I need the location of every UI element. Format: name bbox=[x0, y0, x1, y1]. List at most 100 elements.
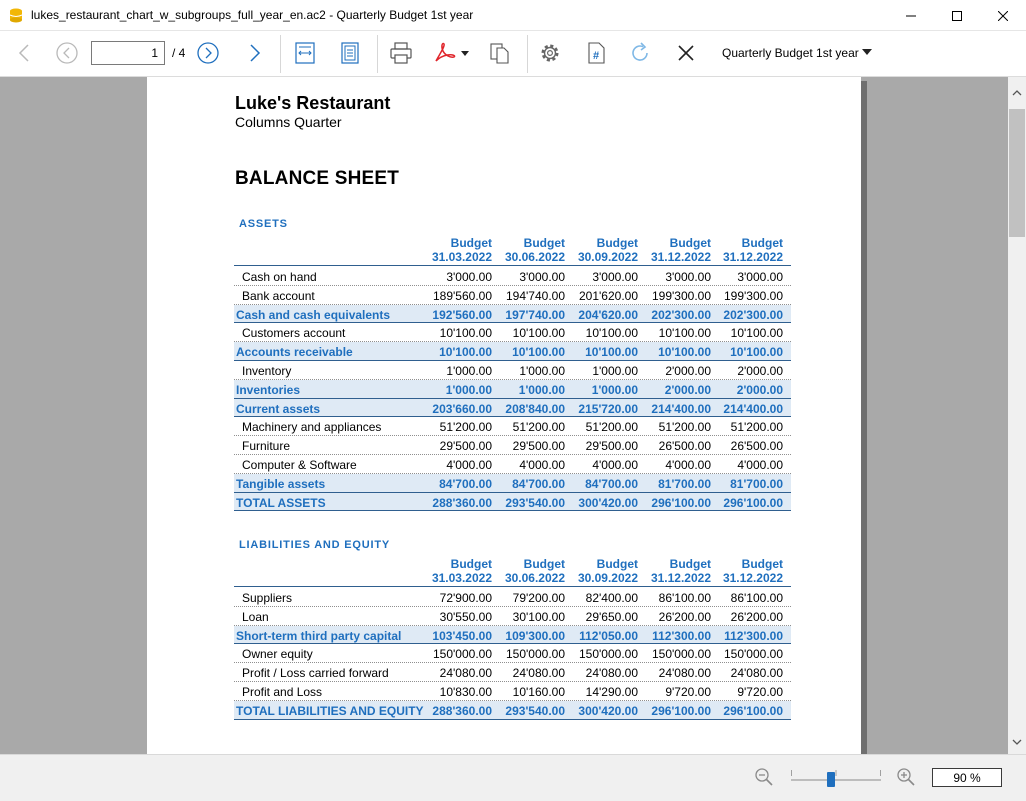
report-subtitle: Columns Quarter bbox=[235, 114, 342, 130]
row-value: 3'000.00 bbox=[665, 270, 711, 284]
row-value: 10'100.00 bbox=[512, 345, 565, 360]
column-header-date: 31.12.2022 bbox=[722, 571, 783, 585]
row-value: 214'400.00 bbox=[723, 401, 783, 416]
row-value: 2'000.00 bbox=[665, 364, 711, 378]
circle-left-icon[interactable] bbox=[55, 37, 79, 69]
row-value: 203'660.00 bbox=[432, 401, 492, 416]
zoom-slider-thumb[interactable] bbox=[827, 772, 835, 787]
row-value: 293'540.00 bbox=[505, 703, 565, 718]
row-value: 214'400.00 bbox=[651, 401, 711, 416]
row-value: 29'500.00 bbox=[439, 439, 492, 454]
refresh-icon[interactable] bbox=[626, 37, 654, 69]
vertical-scrollbar[interactable] bbox=[1008, 77, 1026, 754]
close-icon[interactable] bbox=[672, 37, 700, 69]
scroll-up-icon[interactable] bbox=[1012, 83, 1022, 101]
company-name: Luke's Restaurant bbox=[235, 93, 391, 113]
row-description: TOTAL LIABILITIES AND EQUITY bbox=[236, 703, 424, 718]
row-value: 1'000.00 bbox=[592, 364, 638, 378]
column-header-date: 31.03.2022 bbox=[431, 250, 492, 264]
row-value: 2'000.00 bbox=[736, 382, 783, 397]
row-value: 215'720.00 bbox=[578, 401, 638, 416]
zoom-value-field[interactable]: 90 % bbox=[932, 768, 1002, 787]
subtotal-row: Inventories 1'000.00 1'000.00 1'000.00 2'000… bbox=[234, 379, 791, 399]
gear-icon[interactable] bbox=[536, 37, 564, 69]
row-value: 2'000.00 bbox=[737, 364, 783, 378]
zoom-slider-ticks bbox=[791, 770, 881, 776]
column-header-row: Budget 31.03.2022 Budget 30.06.2022 Budget 30… bbox=[234, 236, 791, 266]
report-selector[interactable]: Quarterly Budget 1st year bbox=[722, 46, 859, 60]
row-value: 26'200.00 bbox=[658, 609, 711, 624]
table-row: Loan 30'550.00 30'100.00 29'650.00 26'200.00… bbox=[234, 607, 791, 626]
table-row: Computer & Software 4'000.00 4'000.00 4'000… bbox=[234, 455, 791, 474]
subtotal-row: Accounts receivable 10'100.00 10'100.00 10'… bbox=[234, 342, 791, 361]
row-value: 150'000.00 bbox=[432, 647, 492, 662]
close-window-button[interactable] bbox=[980, 0, 1026, 31]
column-header-date: 31.03.2022 bbox=[431, 571, 492, 585]
fit-width-icon[interactable] bbox=[292, 37, 318, 69]
column-header-label: Budget bbox=[450, 557, 492, 571]
row-value: 3'000.00 bbox=[519, 270, 565, 284]
table-row: Cash on hand 3'000.00 3'000.00 3'000.00 3'00… bbox=[234, 267, 791, 286]
minimize-button[interactable] bbox=[888, 0, 934, 31]
row-value: 14'290.00 bbox=[585, 685, 638, 699]
scroll-thumb[interactable] bbox=[1009, 109, 1025, 237]
hash-document-icon[interactable]: # bbox=[582, 37, 610, 69]
circle-right-icon[interactable] bbox=[196, 37, 220, 69]
row-value: 288'360.00 bbox=[432, 495, 492, 510]
row-description: Furniture bbox=[242, 439, 291, 454]
row-value: 24'080.00 bbox=[585, 666, 638, 681]
arrow-right-icon[interactable] bbox=[243, 37, 267, 69]
row-description: Cash on hand bbox=[242, 270, 317, 284]
document-viewer[interactable]: Luke's Restaurant Columns Quarter BALANC… bbox=[0, 77, 1008, 754]
toolbar-separator bbox=[280, 35, 281, 73]
copy-icon[interactable] bbox=[486, 37, 514, 69]
column-header-label: Budget bbox=[596, 557, 638, 571]
row-value: 82'400.00 bbox=[585, 591, 638, 605]
row-value: 51'200.00 bbox=[439, 420, 492, 435]
zoom-slider-track[interactable] bbox=[791, 779, 881, 781]
row-value: 81'700.00 bbox=[730, 476, 783, 491]
table-row: Owner equity 150'000.00 150'000.00 150'000.… bbox=[234, 644, 791, 664]
column-header-date: 31.12.2022 bbox=[650, 250, 711, 264]
scroll-down-icon[interactable] bbox=[1012, 732, 1022, 750]
row-value: 24'080.00 bbox=[658, 666, 711, 681]
chevron-down-icon[interactable] bbox=[862, 49, 872, 55]
row-value: 189'560.00 bbox=[432, 288, 492, 303]
table-row: Suppliers 72'900.00 79'200.00 82'400.00 86'1… bbox=[234, 588, 791, 607]
table-row: Profit and Loss 10'830.00 10'160.00 14'290.… bbox=[234, 682, 791, 701]
table-row: Bank account 189'560.00 194'740.00 201'620.… bbox=[234, 286, 791, 305]
zoom-out-icon[interactable] bbox=[754, 767, 774, 792]
row-description: TOTAL ASSETS bbox=[236, 495, 326, 510]
column-header: Budget 30.09.2022 bbox=[568, 236, 638, 264]
row-value: 51'200.00 bbox=[585, 420, 638, 435]
toolbar: 1 / 4 # Quarterly Budget 1st year bbox=[0, 31, 1026, 77]
row-value: 199'300.00 bbox=[651, 288, 711, 303]
liabilities-section-title: LIABILITIES AND EQUITY bbox=[239, 539, 391, 551]
subtotal-row: Tangible assets 84'700.00 84'700.00 84'700.… bbox=[234, 473, 791, 493]
row-value: 208'840.00 bbox=[505, 401, 565, 416]
row-value: 84'700.00 bbox=[585, 476, 638, 491]
status-bar: 90 % bbox=[0, 754, 1026, 801]
page-number-input[interactable]: 1 bbox=[91, 41, 165, 65]
row-value: 103'450.00 bbox=[432, 628, 492, 643]
row-description: Current assets bbox=[236, 401, 321, 416]
maximize-button[interactable] bbox=[934, 0, 980, 31]
fit-page-icon[interactable] bbox=[337, 37, 363, 69]
column-header-date: 30.06.2022 bbox=[504, 250, 565, 264]
arrow-left-icon[interactable] bbox=[12, 37, 36, 69]
row-value: 10'100.00 bbox=[730, 326, 783, 341]
printer-icon[interactable] bbox=[387, 37, 415, 69]
column-header: Budget 31.12.2022 bbox=[713, 236, 783, 264]
pdf-icon[interactable] bbox=[432, 37, 472, 69]
row-value: 3'000.00 bbox=[446, 270, 492, 284]
row-description: Tangible assets bbox=[236, 476, 326, 491]
column-header-row: Budget 31.03.2022 Budget 30.06.2022 Budget 30… bbox=[234, 557, 791, 587]
report-title: BALANCE SHEET bbox=[235, 168, 400, 189]
row-value: 201'620.00 bbox=[578, 288, 638, 303]
svg-text:#: # bbox=[593, 50, 599, 62]
zoom-in-icon[interactable] bbox=[896, 767, 916, 792]
row-value: 202'300.00 bbox=[651, 307, 711, 322]
column-header-label: Budget bbox=[450, 236, 492, 250]
row-description: Inventory bbox=[242, 364, 292, 378]
row-value: 10'100.00 bbox=[512, 326, 565, 341]
